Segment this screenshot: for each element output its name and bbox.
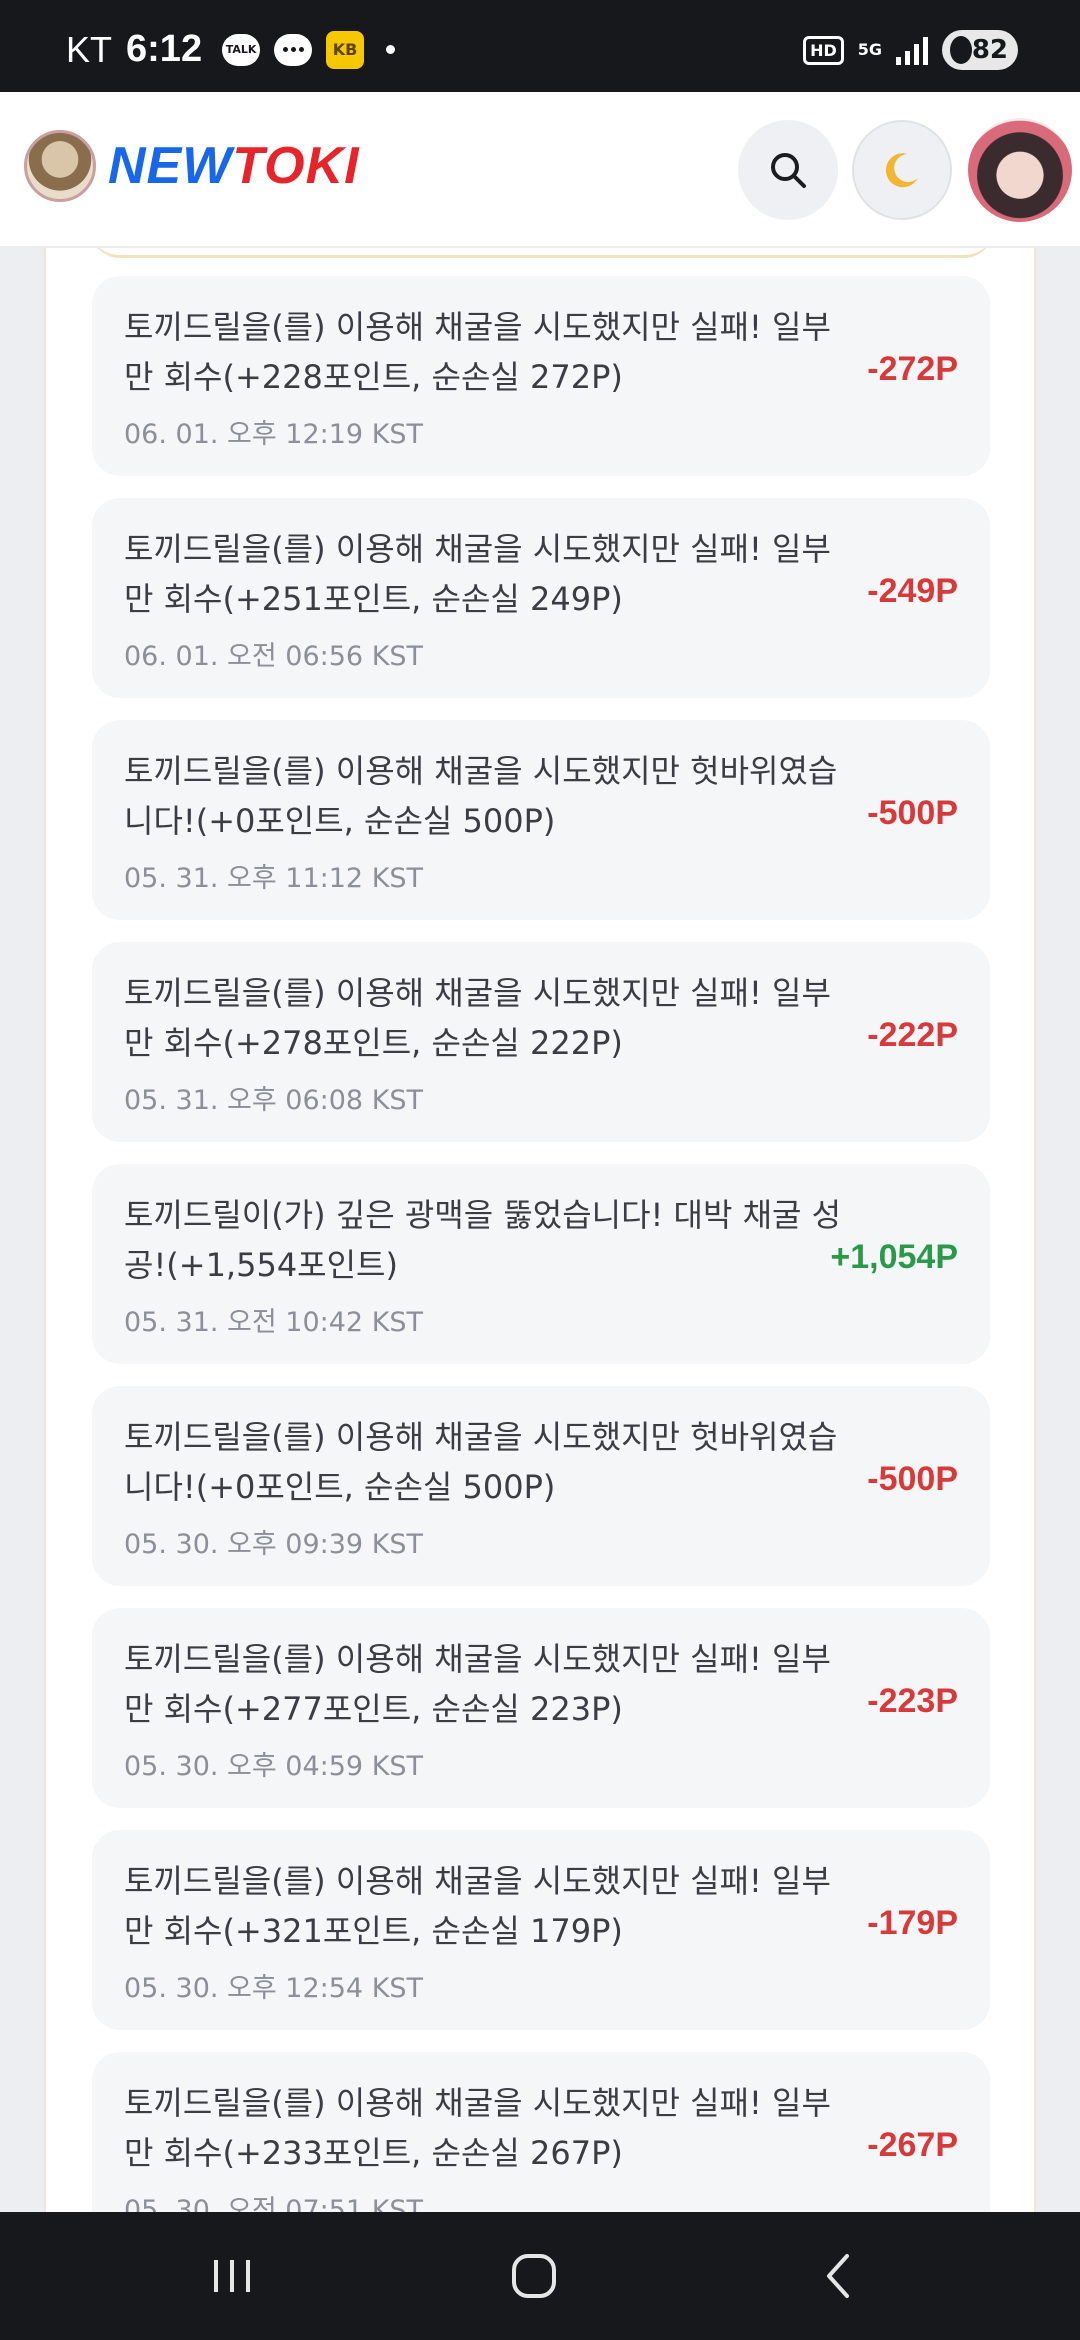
status-bar: KT 6:12 TALK KB HD 5G 82	[0, 0, 1080, 92]
clock: 6:12	[126, 28, 203, 70]
carrier-label: KT	[66, 28, 113, 70]
search-icon	[771, 153, 806, 188]
site-logo[interactable]: NEWTOKI	[108, 136, 360, 196]
signal-strength-icon	[896, 35, 928, 65]
more-notifications-dot-icon	[386, 45, 396, 54]
log-amount: -267P	[867, 2126, 958, 2164]
battery-saver-icon	[950, 36, 972, 64]
recent-apps-button[interactable]	[172, 2246, 292, 2306]
log-amount: -249P	[867, 572, 958, 610]
message-notification-icon	[274, 33, 313, 66]
list-item: 토끼드릴을(를) 이용해 채굴을 시도했지만 실패! 일부만 회수(+278포인…	[92, 942, 990, 1142]
profile-avatar-button[interactable]	[968, 118, 1072, 222]
list-item: 토끼드릴을(를) 이용해 채굴을 시도했지만 실패! 일부만 회수(+251포인…	[92, 498, 990, 698]
list-item: 토끼드릴을(를) 이용해 채굴을 시도했지만 실패! 일부만 회수(+277포인…	[92, 1608, 990, 1808]
log-amount: -272P	[867, 350, 958, 388]
site-logo-icon[interactable]	[24, 130, 96, 202]
log-amount: -222P	[867, 1016, 958, 1054]
battery-level: 82	[971, 35, 1008, 65]
log-message: 토끼드릴을(를) 이용해 채굴을 시도했지만 실패! 일부만 회수(+278포인…	[124, 974, 831, 1062]
log-timestamp: 05. 31. 오후 11:12 KST	[124, 863, 424, 894]
log-message: 토끼드릴을(를) 이용해 채굴을 시도했지만 실패! 일부만 회수(+321포인…	[124, 1862, 831, 1950]
network-type-icon: 5G	[857, 40, 882, 59]
log-timestamp: 05. 31. 오후 06:08 KST	[124, 1085, 424, 1116]
log-amount: -223P	[867, 1682, 958, 1720]
back-button[interactable]	[778, 2246, 898, 2306]
recents-icon	[214, 2260, 250, 2292]
list-item: 토끼드릴을(를) 이용해 채굴을 시도했지만 실패! 일부만 회수(+228포인…	[92, 276, 990, 476]
moon-icon	[885, 153, 918, 188]
home-button[interactable]	[474, 2246, 594, 2306]
log-timestamp: 05. 30. 오전 07:51 KST	[124, 2195, 424, 2212]
list-item: 토끼드릴을(를) 이용해 채굴을 시도했지만 실패! 일부만 회수(+321포인…	[92, 1830, 990, 2030]
logo-text-toki: TOKI	[232, 137, 360, 195]
log-amount: +1,054P	[830, 1238, 958, 1276]
log-message: 토끼드릴을(를) 이용해 채굴을 시도했지만 헛바위였습니다!(+0포인트, 순…	[124, 752, 838, 840]
point-history-panel: 토끼드릴을(를) 이용해 채굴을 시도했지만 실패! 일부만 회수(+228포인…	[44, 248, 1036, 2212]
log-message: 토끼드릴을(를) 이용해 채굴을 시도했지만 헛바위였습니다!(+0포인트, 순…	[124, 1418, 838, 1506]
list-item: 토끼드릴을(를) 이용해 채굴을 시도했지만 헛바위였습니다!(+0포인트, 순…	[92, 1386, 990, 1586]
hd-voice-icon: HD	[803, 35, 844, 65]
site-header: NEWTOKI	[0, 92, 1080, 248]
log-timestamp: 05. 30. 오후 04:59 KST	[124, 1751, 424, 1782]
list-item: 토끼드릴을(를) 이용해 채굴을 시도했지만 실패! 일부만 회수(+233포인…	[92, 2052, 990, 2212]
theme-toggle-button[interactable]	[852, 120, 952, 220]
log-amount: -500P	[867, 794, 958, 832]
log-message: 토끼드릴을(를) 이용해 채굴을 시도했지만 실패! 일부만 회수(+251포인…	[124, 530, 831, 618]
logo-text-new: NEW	[108, 137, 233, 195]
log-timestamp: 06. 01. 오후 12:19 KST	[124, 419, 424, 450]
kakaotalk-notification-icon: TALK	[222, 33, 261, 66]
log-amount: -179P	[867, 1904, 958, 1942]
home-icon	[512, 2254, 556, 2298]
previous-card-edge	[90, 248, 994, 258]
battery-indicator: 82	[942, 30, 1018, 70]
search-button[interactable]	[738, 120, 838, 220]
log-timestamp: 05. 31. 오전 10:42 KST	[124, 1307, 424, 1338]
log-message: 토끼드릴을(를) 이용해 채굴을 시도했지만 실패! 일부만 회수(+233포인…	[124, 2084, 831, 2172]
point-log-list: 토끼드릴을(를) 이용해 채굴을 시도했지만 실패! 일부만 회수(+228포인…	[92, 276, 990, 2212]
kb-app-notification-icon: KB	[326, 30, 365, 69]
log-message: 토끼드릴이(가) 깊은 광맥을 뚫었습니다! 대박 채굴 성공!(+1,554포…	[124, 1196, 842, 1284]
log-amount: -500P	[867, 1460, 958, 1498]
system-navigation-bar	[0, 2212, 1080, 2340]
log-timestamp: 06. 01. 오전 06:56 KST	[124, 641, 424, 672]
back-icon	[827, 2254, 849, 2298]
log-timestamp: 05. 30. 오후 12:54 KST	[124, 1973, 424, 2004]
list-item: 토끼드릴을(를) 이용해 채굴을 시도했지만 헛바위였습니다!(+0포인트, 순…	[92, 720, 990, 920]
log-message: 토끼드릴을(를) 이용해 채굴을 시도했지만 실패! 일부만 회수(+228포인…	[124, 308, 831, 396]
list-item: 토끼드릴이(가) 깊은 광맥을 뚫었습니다! 대박 채굴 성공!(+1,554포…	[92, 1164, 990, 1364]
log-timestamp: 05. 30. 오후 09:39 KST	[124, 1529, 424, 1560]
log-message: 토끼드릴을(를) 이용해 채굴을 시도했지만 실패! 일부만 회수(+277포인…	[124, 1640, 831, 1728]
